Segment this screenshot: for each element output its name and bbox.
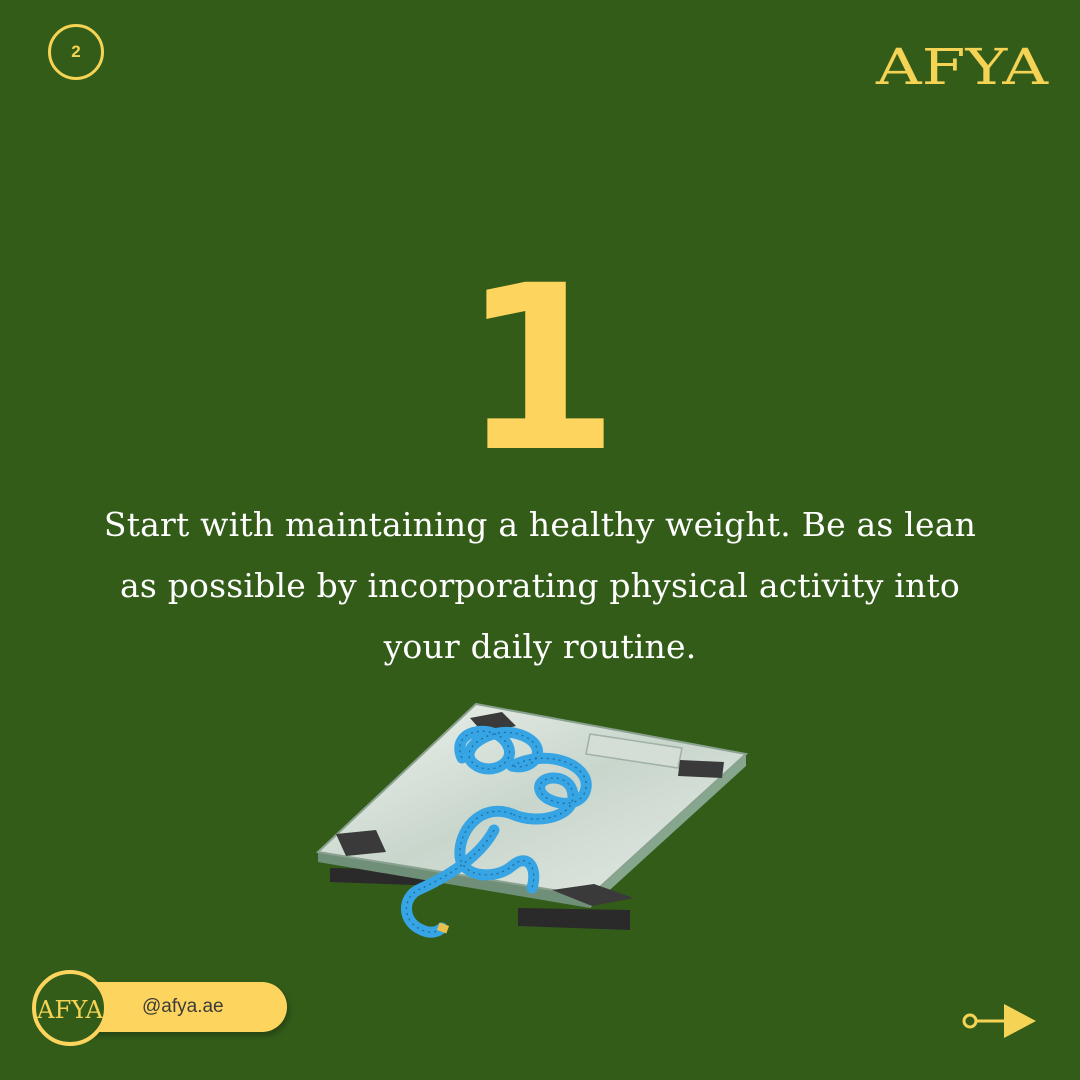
step-number: 1: [461, 280, 620, 452]
page-number: 2: [71, 42, 81, 61]
scale-with-tape-image: [315, 702, 749, 938]
social-handle: @afya.ae: [142, 996, 224, 1017]
arrow-right-icon[interactable]: [960, 1000, 1040, 1042]
avatar-logo: AFYA: [36, 996, 104, 1023]
scale-pad: [678, 760, 724, 778]
step-number-graphic: 1: [461, 280, 620, 452]
brand-logo-text: AFYA: [875, 38, 1049, 90]
avatar-logo-text: AFYA: [36, 996, 104, 1023]
avatar: AFYA: [32, 970, 108, 1046]
page-number-badge: 2: [48, 24, 104, 80]
brand-logo: AFYA: [875, 38, 1049, 90]
tip-text: Start with maintaining a healthy weight.…: [103, 505, 977, 666]
